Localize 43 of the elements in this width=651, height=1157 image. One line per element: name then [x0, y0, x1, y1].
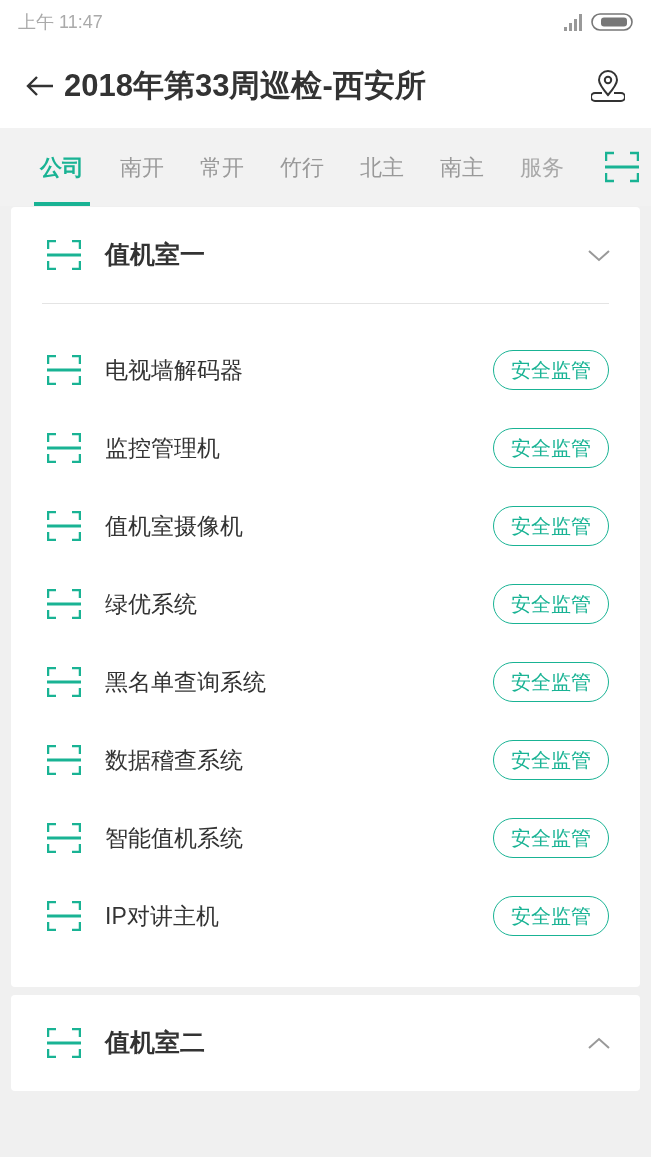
device-name: 智能值机系统	[105, 823, 244, 853]
tab[interactable]: 竹行	[274, 128, 330, 206]
scan-icon	[47, 240, 81, 270]
tab[interactable]: 常开	[194, 128, 250, 206]
device-name: IP对讲主机	[105, 901, 220, 931]
category-tag: 安全监管	[493, 506, 609, 546]
category-tag: 安全监管	[493, 896, 609, 936]
signal-icon	[563, 13, 583, 31]
category-tag: 安全监管	[493, 584, 609, 624]
device-name: 黑名单查询系统	[105, 667, 267, 697]
scan-icon	[47, 1028, 81, 1058]
category-tag: 安全监管	[493, 662, 609, 702]
device-name: 值机室摄像机	[105, 511, 244, 541]
scan-button[interactable]	[605, 151, 639, 183]
scan-icon	[47, 589, 81, 619]
scan-icon	[47, 355, 81, 385]
scan-icon	[47, 823, 81, 853]
device-name: 电视墙解码器	[105, 355, 244, 385]
section-title: 值机室一	[105, 239, 206, 271]
status-time: 上午 11:47	[18, 10, 103, 34]
battery-icon	[591, 13, 633, 31]
scan-icon	[47, 667, 81, 697]
section-title: 值机室二	[105, 1027, 206, 1059]
back-button[interactable]	[26, 75, 54, 97]
category-tag: 安全监管	[493, 350, 609, 390]
device-name: 监控管理机	[105, 433, 221, 463]
page-title: 2018年第33周巡检-西安所	[64, 66, 427, 105]
tab[interactable]: 南开	[114, 128, 170, 206]
device-name: 数据稽查系统	[105, 745, 244, 775]
tab[interactable]: 服务	[514, 128, 570, 206]
scan-icon	[47, 745, 81, 775]
chevron-down-icon[interactable]	[588, 248, 610, 262]
category-tag: 安全监管	[493, 428, 609, 468]
category-tag: 安全监管	[493, 818, 609, 858]
scan-icon	[47, 901, 81, 931]
chevron-up-icon[interactable]	[588, 1036, 610, 1050]
tab[interactable]: 南主	[434, 128, 490, 206]
device-name: 绿优系统	[105, 589, 198, 619]
scan-icon	[47, 511, 81, 541]
category-tag: 安全监管	[493, 740, 609, 780]
location-button[interactable]	[591, 69, 625, 103]
scan-icon	[47, 433, 81, 463]
tab[interactable]: 北主	[354, 128, 410, 206]
